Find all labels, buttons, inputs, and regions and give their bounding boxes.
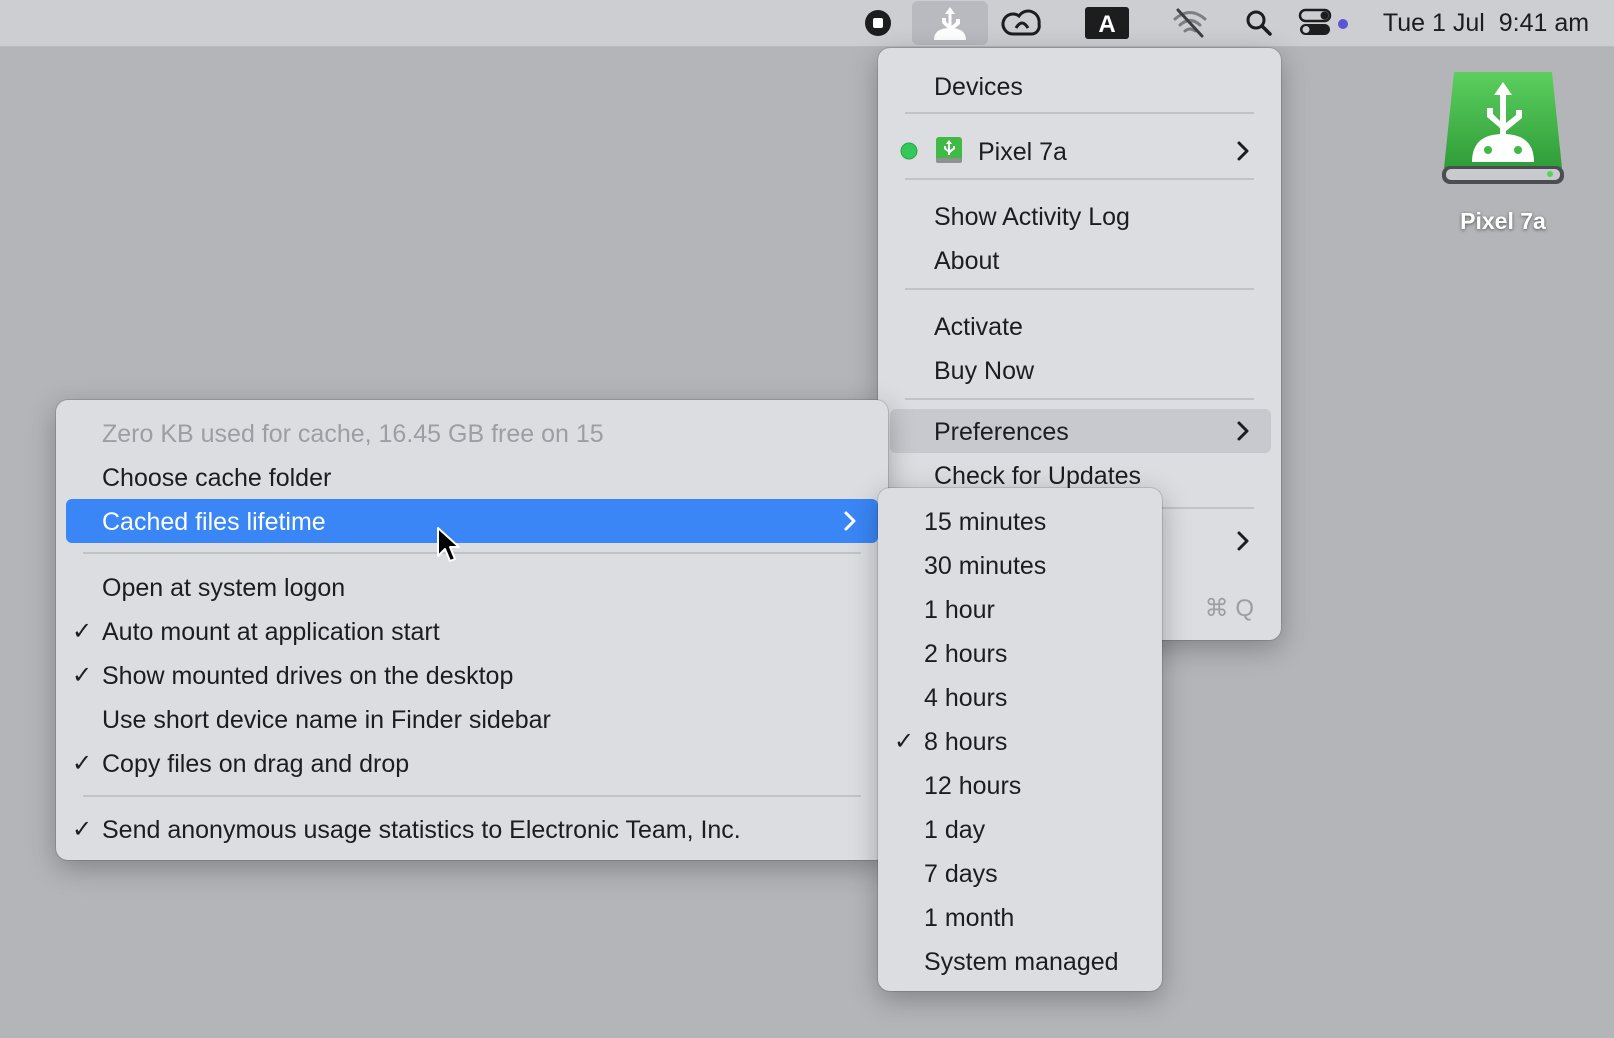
lifetime-option-1-hour[interactable]: 1 hour [878,588,1162,630]
quit-shortcut: ⌘ Q [1204,595,1254,622]
chevron-right-icon [844,511,856,531]
menu-item-choose-cache-folder[interactable]: Choose cache folder [56,456,888,498]
lifetime-option-1-month[interactable]: 1 month [878,896,1162,938]
control-center-icon[interactable] [1296,0,1352,46]
lifetime-option-30-minutes[interactable]: 30 minutes [878,544,1162,586]
device-drive-icon [936,137,962,163]
menu-item-auto-mount[interactable]: ✓ Auto mount at application start [56,610,888,652]
menu-item-activate[interactable]: Activate [878,305,1281,347]
usb-drive-icon [1442,72,1564,184]
separator [83,795,861,797]
menu-item-short-device-name[interactable]: Use short device name in Finder sidebar [56,698,888,740]
cache-info-text: Zero KB used for cache, 16.45 GB free on… [102,420,604,448]
lifetime-menu: 15 minutes 30 minutes 1 hour 2 hours 4 h… [878,488,1162,991]
svg-text:A: A [1098,11,1115,38]
clock-date: Tue 1 Jul [1382,8,1485,37]
menu-item-open-at-logon[interactable]: Open at system logon [56,566,888,608]
device-item-pixel[interactable]: Pixel 7a [878,130,1281,172]
chevron-right-icon [1237,531,1249,551]
separator [83,552,861,554]
separator [905,178,1254,180]
creative-cloud-icon[interactable] [998,0,1046,46]
clock-time: 9:41 am [1498,8,1590,37]
app-usb-icon[interactable] [912,1,988,45]
drive-label: Pixel 7a [1460,208,1546,234]
status-dot-icon [900,142,918,160]
lifetime-option-system-managed[interactable]: System managed [878,940,1162,982]
menu-item-show-mounted-drives[interactable]: ✓ Show mounted drives on the desktop [56,654,888,696]
separator [905,398,1254,400]
checkmark-icon: ✓ [72,618,93,645]
lifetime-option-12-hours[interactable]: 12 hours [878,764,1162,806]
desktop-drive[interactable]: Pixel 7a [1430,68,1576,234]
lifetime-option-8-hours[interactable]: ✓ 8 hours [878,720,1162,762]
lifetime-option-2-hours[interactable]: 2 hours [878,632,1162,674]
menu-bar: A Tue 1 Jul 9:41 am [0,0,1614,47]
checkmark-icon: ✓ [894,728,915,755]
chevron-right-icon [1237,421,1249,441]
preferences-menu: Zero KB used for cache, 16.45 GB free on… [56,400,888,860]
lifetime-option-1-day[interactable]: 1 day [878,808,1162,850]
checkmark-icon: ✓ [72,750,93,777]
separator [905,112,1254,114]
menu-item-activity-log[interactable]: Show Activity Log [878,195,1281,237]
menu-item-preferences[interactable]: Preferences [878,410,1281,452]
menu-item-usage-statistics[interactable]: ✓ Send anonymous usage statistics to Ele… [56,808,888,850]
checkmark-icon: ✓ [72,816,93,843]
chevron-right-icon [1237,141,1249,161]
lifetime-option-15-minutes[interactable]: 15 minutes [878,500,1162,542]
checkmark-icon: ✓ [72,662,93,689]
lifetime-option-7-days[interactable]: 7 days [878,852,1162,894]
menu-item-about[interactable]: About [878,239,1281,281]
menu-item-cached-files-lifetime[interactable]: Cached files lifetime [56,500,888,542]
separator [905,288,1254,290]
stop-circle-icon[interactable] [858,0,898,46]
lifetime-option-4-hours[interactable]: 4 hours [878,676,1162,718]
wifi-off-icon[interactable] [1170,0,1210,46]
mouse-cursor-icon [437,527,460,562]
menu-header-devices: Devices [934,73,1023,101]
search-icon[interactable] [1242,0,1276,46]
font-a-icon[interactable]: A [1084,0,1130,46]
menu-item-buy-now[interactable]: Buy Now [878,349,1281,391]
menubar-clock[interactable]: Tue 1 Jul 9:41 am [1370,0,1602,46]
menu-item-copy-on-drag[interactable]: ✓ Copy files on drag and drop [56,742,888,784]
